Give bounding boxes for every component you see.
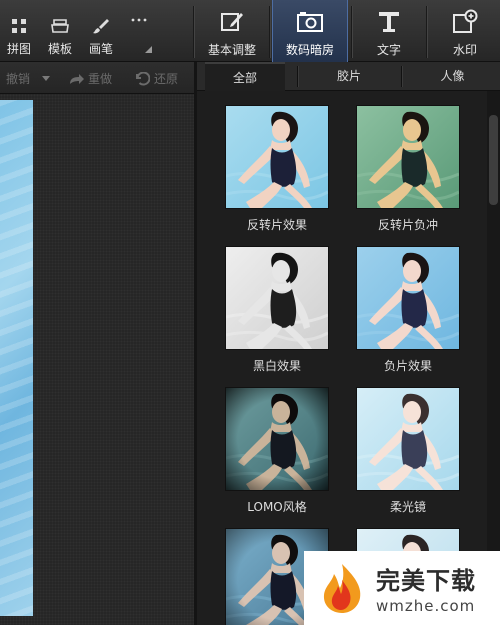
flame-logo-icon [323, 564, 361, 613]
effect-thumbnail[interactable] [225, 246, 329, 350]
effect-thumbnail[interactable] [225, 105, 329, 209]
collage-tool-button[interactable]: 拼图 [4, 0, 34, 62]
undo-button[interactable]: 撤销 [6, 70, 51, 87]
effect-thumbnail[interactable] [356, 105, 460, 209]
toolbar-divider [351, 6, 352, 58]
expand-arrow-icon[interactable] [145, 42, 152, 56]
toolbar-divider [269, 6, 270, 58]
basic-adjust-button[interactable]: 基本调整 [197, 0, 267, 62]
effect-item[interactable]: 黑白效果 [225, 246, 329, 374]
tab-divider [297, 66, 298, 87]
toolbar-divider [193, 6, 194, 58]
grid-icon [9, 16, 29, 36]
effect-thumbnail[interactable] [356, 246, 460, 350]
toolbar-divider [426, 6, 427, 58]
photo-preview[interactable] [0, 100, 33, 616]
more-icon [129, 10, 149, 30]
watermark-url: wmzhe.com [376, 597, 476, 615]
text-tool-label: 文字 [376, 43, 401, 57]
edit-history-bar: 撤销 重做 还原 [0, 62, 194, 94]
effect-label: 反转片效果 [246, 218, 307, 232]
undo-label: 撤销 [6, 72, 31, 86]
dropdown-arrow-icon[interactable] [42, 75, 51, 82]
main-toolbar: 拼图 模板 画笔 基本调整 数码暗房 文字 水印 [0, 0, 500, 62]
stack-icon [50, 16, 70, 36]
template-tool-label: 模板 [47, 42, 72, 56]
text-icon [375, 9, 403, 35]
photo-canvas[interactable] [0, 94, 194, 625]
watermark-tool-button[interactable]: 水印 [430, 0, 500, 62]
effect-category-tabs: 全部 胶片 人像 [197, 62, 500, 91]
effect-label: 反转片负冲 [377, 218, 438, 232]
effect-item[interactable]: 负片效果 [356, 246, 460, 374]
redo-icon [70, 73, 84, 84]
effect-label: 柔光镜 [389, 500, 426, 514]
restore-icon [136, 71, 150, 85]
collage-tool-label: 拼图 [6, 42, 31, 56]
tab-all[interactable]: 全部 [205, 62, 285, 91]
redo-button[interactable]: 重做 [68, 70, 112, 87]
effect-label: LOMO风格 [247, 500, 307, 514]
effect-item[interactable]: 反转片效果 [225, 105, 329, 233]
effect-item[interactable]: LOMO风格 [225, 387, 329, 515]
scrollbar-thumb[interactable] [489, 115, 498, 205]
effect-thumbnail-grid: 反转片效果 反转片负冲 黑白效果 负片效果 LOMO风格 柔光镜 [197, 91, 487, 625]
redo-label: 重做 [88, 72, 113, 86]
watermark-tool-label: 水印 [452, 43, 477, 57]
effect-item[interactable]: 柔光镜 [356, 387, 460, 515]
edit-icon [218, 9, 246, 35]
effect-thumbnail[interactable] [225, 387, 329, 491]
restore-button[interactable]: 还原 [134, 70, 178, 87]
tab-divider [401, 66, 402, 87]
watermark-icon [451, 9, 479, 35]
effect-label: 负片效果 [383, 359, 432, 373]
text-tool-button[interactable]: 文字 [354, 0, 424, 62]
site-watermark: 完美下载 wmzhe.com [304, 551, 500, 625]
watermark-brand: 完美下载 [376, 567, 476, 595]
camera-icon [296, 9, 324, 35]
brush-icon [91, 16, 111, 36]
tab-film[interactable]: 胶片 [301, 62, 397, 91]
brush-tool-label: 画笔 [88, 42, 113, 56]
brush-tool-button[interactable]: 画笔 [86, 0, 116, 62]
tab-portrait[interactable]: 人像 [405, 62, 500, 91]
effect-label: 黑白效果 [252, 359, 301, 373]
restore-label: 还原 [154, 72, 179, 86]
digital-darkroom-button[interactable]: 数码暗房 [272, 0, 348, 62]
effect-thumbnail[interactable] [356, 387, 460, 491]
template-tool-button[interactable]: 模板 [45, 0, 75, 62]
effect-item[interactable]: 反转片负冲 [356, 105, 460, 233]
effect-grid-scrollbar[interactable] [487, 91, 500, 625]
basic-adjust-label: 基本调整 [207, 43, 256, 57]
digital-darkroom-label: 数码暗房 [285, 43, 334, 57]
